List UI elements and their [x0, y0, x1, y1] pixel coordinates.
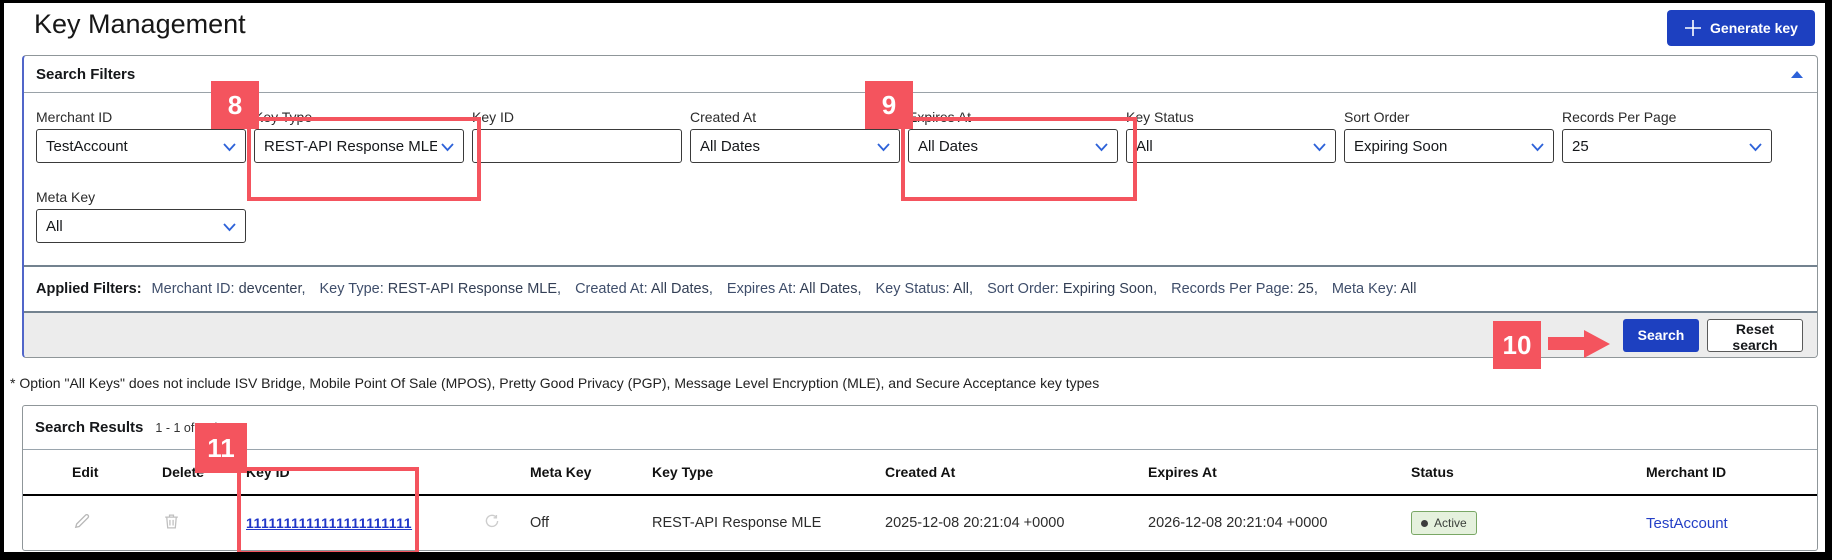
key-type-cell: REST-API Response MLE: [652, 515, 822, 531]
applied-filters-label: Applied Filters:: [36, 281, 142, 297]
applied-filter-item: Expires At: All Dates: [727, 281, 862, 297]
applied-filters-row: Applied Filters: Merchant ID: devcenter …: [24, 265, 1817, 311]
key-status-label: Key Status: [1126, 109, 1194, 125]
search-button[interactable]: Search: [1623, 318, 1699, 352]
search-filters-panel: Search Filters Merchant ID TestAccount K…: [22, 55, 1818, 358]
collapse-caret-up-icon[interactable]: [1791, 70, 1803, 78]
chevron-down-icon: [1313, 143, 1326, 152]
refresh-meta-key-button[interactable]: [484, 513, 500, 529]
filter-sort-order: Sort Order Expiring Soon: [1344, 109, 1554, 163]
records-per-page-select[interactable]: 25: [1562, 129, 1772, 163]
callout-step-9: 9: [865, 81, 913, 129]
plus-icon: [1684, 19, 1702, 37]
reset-search-button[interactable]: Reset search: [1707, 318, 1803, 353]
filters-panel-header: Search Filters: [24, 56, 1817, 93]
merchant-id-link[interactable]: TestAccount: [1646, 515, 1728, 532]
chevron-down-icon: [877, 143, 890, 152]
results-title: Search Results: [35, 419, 144, 436]
pencil-icon: [74, 514, 90, 529]
col-created-at: Created At: [885, 464, 956, 480]
chevron-down-icon: [1749, 143, 1762, 152]
key-management-screen: Key Management Generate key Search Filte…: [0, 0, 1832, 560]
sort-order-select[interactable]: Expiring Soon: [1344, 129, 1554, 163]
callout-step-11: 11: [195, 423, 247, 473]
meta-key-select[interactable]: All: [36, 209, 246, 243]
merchant-id-select[interactable]: TestAccount: [36, 129, 246, 163]
records-per-page-label: Records Per Page: [1562, 109, 1677, 125]
delete-row-button[interactable]: [162, 511, 181, 532]
edit-row-button[interactable]: [72, 510, 92, 532]
created-at-select[interactable]: All Dates: [690, 129, 900, 163]
col-merchant-id: Merchant ID: [1646, 464, 1727, 480]
applied-filters-list: Merchant ID: devcenter Key Type: REST-AP…: [152, 281, 1417, 297]
filters-action-bar: Search Reset search: [24, 311, 1817, 357]
filter-meta-key: Meta Key All: [36, 189, 246, 243]
trash-icon: [165, 514, 178, 528]
callout-step-8: 8: [211, 81, 259, 129]
col-expires-at: Expires At: [1148, 464, 1217, 480]
applied-filter-item: Created At: All Dates: [575, 281, 713, 297]
callout-rect-expires-at: [901, 117, 1137, 201]
all-keys-footnote: * Option "All Keys" does not include ISV…: [10, 375, 1100, 391]
callout-rect-key-id-column: [237, 467, 419, 552]
created-at-cell: 2025-12-08 20:21:04 +0000: [885, 515, 1065, 531]
results-header: Search Results 1 - 1 of 1 shown: [23, 406, 1817, 450]
chevron-down-icon: [1531, 143, 1544, 152]
key-status-select[interactable]: All: [1126, 129, 1336, 163]
filter-key-status: Key Status All: [1126, 109, 1336, 163]
callout-step-10: 10: [1493, 321, 1541, 369]
filters-panel-title: Search Filters: [36, 65, 136, 83]
sort-order-label: Sort Order: [1344, 109, 1410, 125]
rotate-icon: [485, 514, 499, 528]
applied-filter-item: Key Type: REST-API Response MLE: [320, 281, 562, 297]
col-key-type: Key Type: [652, 464, 714, 480]
expires-at-cell: 2026-12-08 20:21:04 +0000: [1148, 515, 1328, 531]
meta-key-cell: Off: [530, 515, 550, 531]
key-id-label: Key ID: [472, 109, 515, 125]
status-badge: Active: [1411, 511, 1477, 535]
col-meta-key: Meta Key: [530, 464, 592, 480]
generate-key-label: Generate key: [1710, 20, 1798, 36]
filter-records-per-page: Records Per Page 25: [1562, 109, 1772, 163]
dot-icon: [1421, 519, 1428, 527]
chevron-down-icon: [223, 223, 236, 232]
page-title: Key Management: [34, 9, 246, 39]
filter-key-id: Key ID: [472, 109, 682, 163]
applied-filter-item: Meta Key: All: [1331, 281, 1417, 297]
applied-filter-item: Sort Order: Expiring Soon: [987, 281, 1157, 297]
col-status: Status: [1411, 464, 1454, 480]
key-id-input[interactable]: [472, 129, 682, 163]
applied-filter-item: Merchant ID: devcenter: [152, 281, 306, 297]
col-edit: Edit: [72, 464, 99, 480]
arrow-right-icon: [1548, 337, 1584, 350]
applied-filter-item: Records Per Page: 25: [1171, 281, 1318, 297]
applied-filter-item: Key Status: All: [876, 281, 974, 297]
generate-key-button[interactable]: Generate key: [1667, 10, 1815, 46]
chevron-down-icon: [223, 143, 236, 152]
callout-rect-key-type: [247, 117, 481, 201]
arrow-right-icon: [1584, 330, 1610, 358]
meta-key-label: Meta Key: [36, 189, 96, 205]
